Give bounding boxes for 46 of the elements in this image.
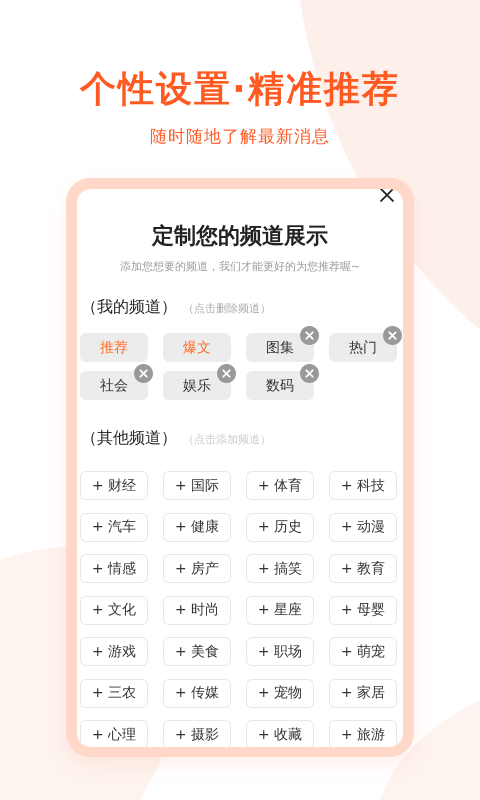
channel-chip[interactable]: + 三农 [80, 678, 148, 708]
remove-icon[interactable] [300, 326, 319, 345]
channel-chip[interactable]: + 科技 [329, 471, 397, 500]
channel-chip[interactable]: + 财经 [80, 471, 148, 500]
channel-chip[interactable]: + 教育 [329, 554, 397, 583]
channel-chip[interactable]: 热门 [329, 333, 397, 362]
remove-icon[interactable] [217, 364, 236, 383]
channel-chip[interactable]: + 国际 [163, 471, 231, 500]
close-icon[interactable] [379, 189, 395, 203]
channel-chip[interactable]: + 时尚 [163, 596, 231, 624]
channel-chip[interactable]: 数码 [246, 371, 314, 400]
channel-chip[interactable]: 社会 [80, 371, 148, 400]
channel-chip[interactable]: + 收藏 [246, 720, 314, 747]
channel-chip[interactable]: + 星座 [246, 596, 314, 624]
channel-chip[interactable]: + 动漫 [329, 512, 397, 542]
channel-chip[interactable]: + 传媒 [163, 678, 231, 708]
channel-chip[interactable]: + 汽车 [80, 512, 148, 542]
remove-icon[interactable] [383, 326, 402, 345]
channel-chip[interactable]: + 历史 [246, 512, 314, 542]
remove-icon[interactable] [134, 364, 153, 383]
remove-icon[interactable] [300, 364, 319, 383]
dialog-subtitle: 添加您想要的频道，我们才能更好的为您推荐喔~ [118, 260, 362, 274]
channel-chip[interactable]: + 房产 [163, 554, 231, 583]
channel-chip[interactable]: + 文化 [80, 596, 148, 624]
dialog-title: 定制您的频道展示 [150, 222, 329, 251]
channel-chip[interactable]: 娱乐 [163, 371, 231, 400]
channel-chip[interactable]: + 美食 [163, 637, 231, 666]
section-heading: （我的频道） [81, 296, 177, 318]
channel-chip[interactable]: + 家居 [329, 678, 397, 708]
headline: 个性设置·精准推荐 [80, 68, 400, 112]
channel-chip[interactable]: + 宠物 [246, 678, 314, 708]
channel-chip[interactable]: + 搞笑 [246, 554, 314, 583]
section-heading: （其他频道） [81, 427, 177, 449]
channel-chip[interactable]: + 摄影 [163, 720, 231, 747]
channel-chip[interactable]: 图集 [246, 333, 314, 362]
channel-chip[interactable]: + 情感 [80, 554, 148, 583]
channel-chip[interactable]: + 职场 [246, 637, 314, 666]
channel-chip[interactable]: + 游戏 [80, 637, 148, 666]
tagline: 随时随地了解最新消息 [150, 126, 330, 148]
channel-chip[interactable]: + 萌宠 [329, 637, 397, 666]
channel-chip[interactable]: + 健康 [163, 512, 231, 542]
channel-chip[interactable]: + 体育 [246, 471, 314, 500]
section-hint: （点击删除频道） [183, 301, 271, 317]
channel-chip[interactable]: + 母婴 [329, 596, 397, 624]
channel-chip[interactable]: + 旅游 [329, 720, 397, 747]
channel-chip[interactable]: + 心理 [80, 720, 148, 747]
